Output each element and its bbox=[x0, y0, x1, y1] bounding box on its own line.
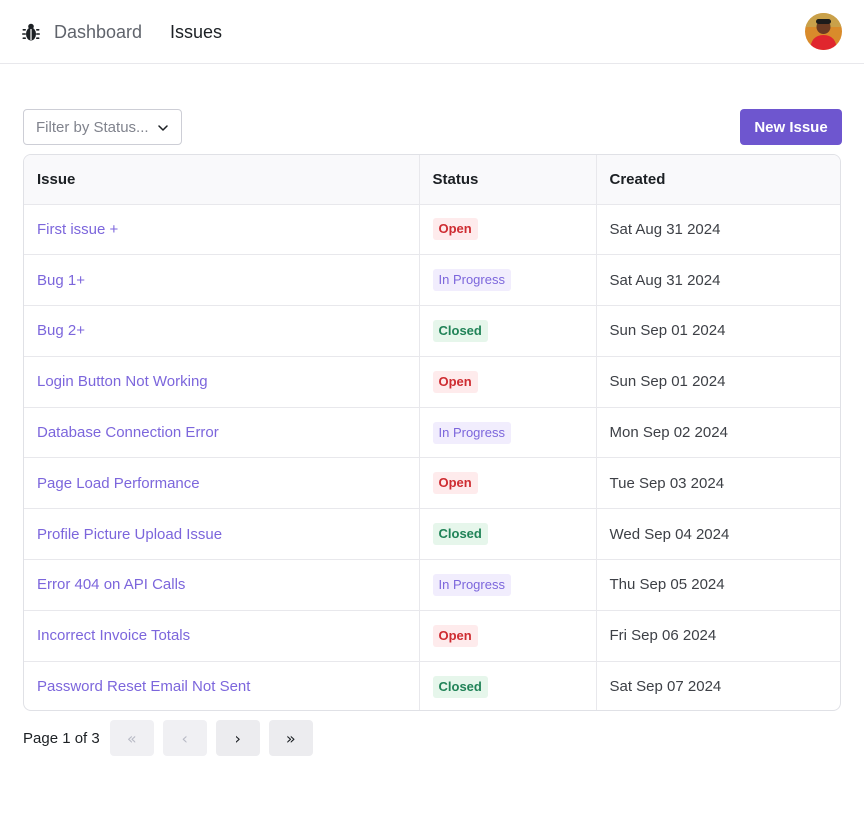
status-badge: Closed bbox=[432, 319, 488, 342]
created-date: Sat Sep 07 2024 bbox=[595, 661, 840, 710]
status-cell: Open bbox=[418, 356, 596, 408]
column-header-status[interactable]: Status bbox=[418, 155, 596, 205]
first-page-button[interactable]: « bbox=[109, 720, 154, 756]
pagination: Page 1 of 3 « ‹ › » bbox=[23, 720, 322, 756]
created-date: Fri Sep 06 2024 bbox=[595, 610, 840, 662]
previous-page-icon: ‹ bbox=[181, 728, 188, 748]
issue-cell: Page Load Performance bbox=[24, 457, 419, 510]
table-row: First issue + Open Sat Aug 31 2024 bbox=[24, 204, 840, 256]
created-date: Mon Sep 02 2024 bbox=[595, 407, 840, 459]
table-row: Error 404 on API Calls In Progress Thu Sep… bbox=[24, 559, 840, 611]
status-badge: In Progress bbox=[432, 269, 511, 292]
previous-page-button[interactable]: ‹ bbox=[162, 720, 207, 756]
next-page-button[interactable]: › bbox=[215, 720, 260, 756]
created-date: Sat Aug 31 2024 bbox=[595, 254, 840, 307]
status-badge: In Progress bbox=[432, 421, 511, 444]
status-cell: In Progress bbox=[418, 254, 596, 307]
issue-title-link[interactable]: Database Connection Error bbox=[37, 424, 219, 441]
table-row: Database Connection Error In Progress Mon … bbox=[24, 407, 840, 459]
table-row: Bug 1+ In Progress Sat Aug 31 2024 bbox=[24, 254, 840, 307]
issue-title-link[interactable]: Profile Picture Upload Issue bbox=[37, 526, 222, 543]
issue-cell: Password Reset Email Not Sent bbox=[24, 661, 419, 710]
nav-link-issues[interactable]: Issues bbox=[170, 20, 222, 44]
column-header-issue[interactable]: Issue bbox=[24, 155, 419, 205]
table-row: Bug 2+ Closed Sun Sep 01 2024 bbox=[24, 305, 840, 357]
issue-title-link[interactable]: Page Load Performance bbox=[37, 475, 200, 492]
issue-cell: Profile Picture Upload Issue bbox=[24, 508, 419, 561]
issue-title-link[interactable]: Login Button Not Working bbox=[37, 373, 208, 390]
issue-cell: First issue + bbox=[24, 204, 419, 256]
issue-cell: Error 404 on API Calls bbox=[24, 559, 419, 611]
issue-cell: Incorrect Invoice Totals bbox=[24, 610, 419, 662]
created-date: Thu Sep 05 2024 bbox=[595, 559, 840, 611]
status-cell: Open bbox=[418, 457, 596, 510]
status-badge: Open bbox=[432, 624, 478, 647]
status-filter-select[interactable]: Filter by Status... bbox=[23, 109, 182, 145]
status-cell: Open bbox=[418, 204, 596, 256]
status-filter-placeholder: Filter by Status... bbox=[36, 118, 149, 136]
issue-title-link[interactable]: Bug 1+ bbox=[37, 272, 85, 289]
column-header-created[interactable]: Created bbox=[595, 155, 840, 205]
bug-icon[interactable] bbox=[22, 22, 40, 42]
table-body: First issue + Open Sat Aug 31 2024 Bug 1+ In… bbox=[24, 204, 840, 710]
status-badge: Open bbox=[432, 218, 478, 241]
issue-title-link[interactable]: First issue + bbox=[37, 221, 118, 238]
next-page-icon: › bbox=[234, 728, 241, 748]
status-badge: Closed bbox=[432, 675, 488, 698]
status-badge: Closed bbox=[432, 523, 488, 546]
created-date: Wed Sep 04 2024 bbox=[595, 508, 840, 561]
table-row: Page Load Performance Open Tue Sep 03 2024 bbox=[24, 457, 840, 510]
nav-link-dashboard[interactable]: Dashboard bbox=[54, 20, 142, 44]
issues-table: Issue Status Created First issue + Open Sa… bbox=[23, 154, 841, 711]
table-header-row: Issue Status Created bbox=[24, 155, 840, 205]
table-row: Profile Picture Upload Issue Closed Wed Se… bbox=[24, 508, 840, 561]
last-page-icon: » bbox=[285, 728, 296, 748]
status-badge: Open bbox=[432, 472, 478, 495]
new-issue-button[interactable]: New Issue bbox=[740, 109, 842, 145]
issue-title-link[interactable]: Incorrect Invoice Totals bbox=[37, 627, 190, 644]
first-page-icon: « bbox=[126, 728, 137, 748]
table-row: Password Reset Email Not Sent Closed Sat S… bbox=[24, 661, 840, 710]
chevron-down-icon bbox=[158, 125, 168, 131]
created-date: Sat Aug 31 2024 bbox=[595, 204, 840, 256]
created-date: Tue Sep 03 2024 bbox=[595, 457, 840, 510]
status-cell: In Progress bbox=[418, 407, 596, 459]
user-avatar[interactable] bbox=[805, 13, 842, 50]
status-cell: Closed bbox=[418, 305, 596, 357]
issue-cell: Bug 2+ bbox=[24, 305, 419, 357]
created-date: Sun Sep 01 2024 bbox=[595, 305, 840, 357]
navbar: Dashboard Issues bbox=[0, 0, 864, 64]
page-indicator: Page 1 of 3 bbox=[23, 729, 100, 747]
table-row: Incorrect Invoice Totals Open Fri Sep 06 2… bbox=[24, 610, 840, 662]
status-badge: Open bbox=[432, 370, 478, 393]
last-page-button[interactable]: » bbox=[268, 720, 313, 756]
status-badge: In Progress bbox=[432, 573, 511, 596]
issue-cell: Database Connection Error bbox=[24, 407, 419, 459]
table-row: Login Button Not Working Open Sun Sep 01 2… bbox=[24, 356, 840, 408]
issue-cell: Login Button Not Working bbox=[24, 356, 419, 408]
issue-title-link[interactable]: Error 404 on API Calls bbox=[37, 576, 185, 593]
issue-title-link[interactable]: Bug 2+ bbox=[37, 322, 85, 339]
status-cell: Closed bbox=[418, 661, 596, 710]
issue-title-link[interactable]: Password Reset Email Not Sent bbox=[37, 678, 250, 695]
status-cell: In Progress bbox=[418, 559, 596, 611]
status-cell: Open bbox=[418, 610, 596, 662]
status-cell: Closed bbox=[418, 508, 596, 561]
issue-cell: Bug 1+ bbox=[24, 254, 419, 307]
created-date: Sun Sep 01 2024 bbox=[595, 356, 840, 408]
